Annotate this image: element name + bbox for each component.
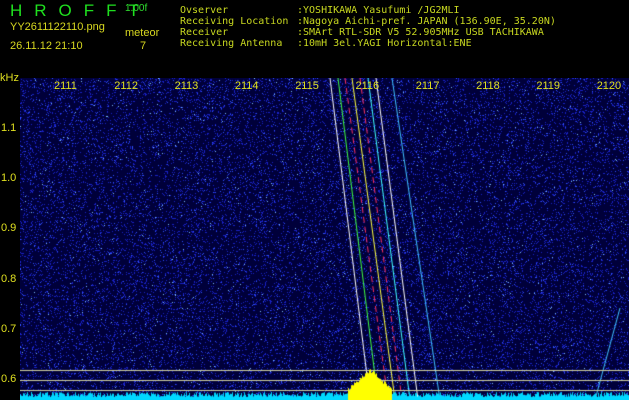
x-tick-label: 2114 [234,80,259,92]
info-label: Ovserver [180,5,229,16]
y-tick-label: 1.1 [1,122,17,134]
x-tick-label: 2119 [536,80,561,92]
meteor-count: 7 [140,40,147,52]
info-label: Receiver [180,27,229,38]
spectrogram [20,78,629,400]
x-tick-label: 2113 [174,80,199,92]
x-tick-label: 2115 [295,80,319,92]
y-axis-unit: kHz [0,72,19,84]
y-tick-label: 0.9 [1,222,17,235]
info-value: :Nagoya Aichi-pref. JAPAN (136.90E, 35.2… [297,16,556,27]
info-value: :10mH 3el.YAGI Horizontal:ENE [297,38,472,49]
info-label: Receiving Location [180,16,289,27]
version: 1.00f [125,3,148,14]
x-tick-label: 2112 [114,80,138,92]
info-value: :YOSHIKAWA Yasufumi /JG2MLI [297,5,460,16]
filename: YY2611122110.png [10,21,105,33]
x-tick-label: 2117 [415,80,440,92]
info-value: :SMArt RTL-SDR V5 52.905MHz USB TACHIKAW… [297,27,544,38]
x-tick-label: 2118 [476,80,500,92]
y-tick-label: 0.6 [1,373,17,385]
x-tick-label: 2120 [596,80,622,92]
y-tick-label: 0.7 [1,322,17,335]
meteor-label: meteor [125,27,160,39]
y-tick-label: 1.0 [1,172,17,185]
x-tick-label: 2111 [54,80,77,92]
y-tick-label: 0.8 [1,272,17,285]
datetime: 26.11.12 21:10 [10,40,83,52]
x-tick-label: 2116 [355,80,380,92]
info-label: Receiving Antenna [180,38,283,49]
